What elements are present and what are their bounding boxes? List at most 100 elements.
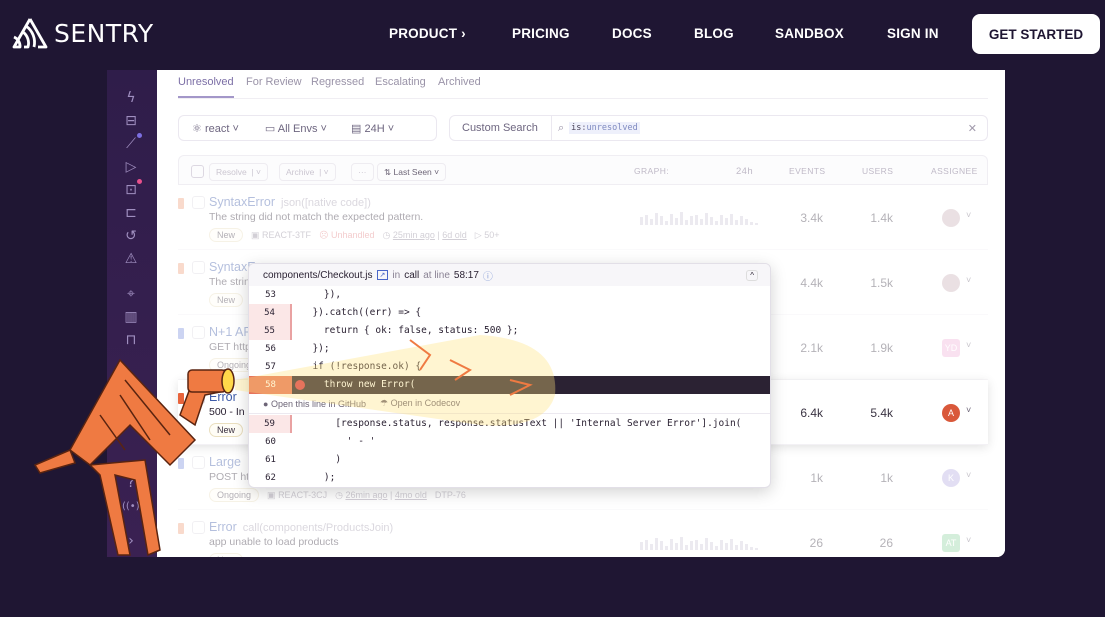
replays-icon[interactable]: ▷ [122,158,140,176]
source-context-popup: components/Checkout.js ↗ in call at line… [248,263,771,488]
archive-button[interactable]: Archive | ˅ [279,163,336,181]
code-actions: ● Open this line in GitHub ☂ Open in Cod… [249,394,770,414]
env-filter[interactable]: ▭ All Envs ˅ [265,122,327,135]
performance-icon[interactable]: ⟋ [122,133,142,153]
chevron-down-icon[interactable]: ˅ [966,210,971,220]
alerts-icon[interactable]: ⚠ [122,250,140,268]
sort-button[interactable]: ⇅ Last Seen ˅ [377,163,447,181]
graph-bar [725,218,728,225]
graph-bar [740,541,743,550]
tab-unresolved[interactable]: Unresolved [178,76,234,88]
issue-row[interactable]: Error call(components/ProductsJoin) app u… [178,510,988,557]
dashboards-icon[interactable]: ▥ [122,308,140,326]
releases-icon[interactable]: ↺ [122,227,140,245]
ticket-id[interactable]: DTP-76 [435,490,466,500]
collapse-button[interactable]: ^ [746,269,758,281]
graph-bar [650,544,653,550]
unhandled-icon: ☹ [319,229,329,240]
get-started-button[interactable]: GET STARTED [972,14,1100,54]
code-line: 61 ) [249,451,770,469]
users-count: 1.5k [870,276,893,290]
assignee-avatar[interactable]: YD [942,339,960,357]
status-badge: New [209,228,244,242]
open-file-icon[interactable]: ↗ [376,270,389,280]
tab-escalating[interactable]: Escalating [375,76,426,88]
custom-search-button[interactable]: Custom Search [462,115,552,141]
chevron-down-icon[interactable]: ˅ [966,340,971,350]
period-filter[interactable]: ▤ 24H ˅ [351,122,394,135]
sentry-logo[interactable]: SENTRY [12,17,154,49]
chevron-down-icon[interactable]: ˅ [966,470,971,480]
projects-icon[interactable]: ⊟ [122,112,140,130]
assignee-avatar[interactable] [942,274,960,292]
graph-bar [715,546,718,550]
events-count: 6.4k [800,406,823,420]
search-bar[interactable]: Custom Search ⌕ is:unresolved ✕ [449,115,988,141]
issue-title-link[interactable]: SyntaxError json([native code]) [209,195,371,209]
graph-bar [720,540,723,550]
clear-icon[interactable]: ✕ [968,122,977,135]
events-header[interactable]: EVENTS [789,166,825,176]
code-line: 54 }).catch((err) => { [249,304,770,322]
line-number: 54 [249,304,292,322]
calendar-icon: ▤ [350,122,362,135]
issues-icon[interactable]: ϟ [122,89,140,107]
level-indicator [178,328,184,339]
nav-product[interactable]: PRODUCT › [389,26,466,41]
graph-bar [690,541,693,550]
line-number: 56 [265,344,276,354]
assignee-avatar[interactable]: AT [942,534,960,552]
chevron-down-icon[interactable]: ˅ [966,275,971,285]
users-count: 26 [879,536,893,550]
issue-checkbox[interactable] [192,261,205,274]
users-count: 1k [880,471,893,485]
tab-for-review[interactable]: For Review [246,76,302,88]
issue-checkbox[interactable] [192,326,205,339]
project-filter[interactable]: ⚛ react ˅ [192,122,239,135]
help-icon[interactable]: ⓘ [483,268,493,283]
period-header[interactable]: 24h [736,166,753,177]
chevron-down-icon[interactable]: ˅ [966,405,971,415]
assignee-avatar[interactable]: K [942,469,960,487]
time-info: ◷ 25min ago | 6d old [382,229,467,240]
events-count: 1k [810,471,823,485]
discover-icon[interactable]: ⌖ [122,285,140,303]
function-name: call [404,269,420,281]
nav-pricing[interactable]: PRICING [512,26,570,41]
issue-row[interactable]: SyntaxError json([native code]) The strin… [178,185,988,250]
archive-icon[interactable]: ⊓ [122,331,140,349]
search-token[interactable]: is:unresolved [569,122,640,134]
chevron-down-icon[interactable]: ˅ [966,535,971,545]
more-button[interactable]: ··· [351,163,374,181]
graph-bar [640,217,643,225]
graph-bar [685,545,688,550]
graph-bar [715,221,718,225]
resolve-button[interactable]: Resolve | ˅ [209,163,268,181]
issue-checkbox[interactable] [192,196,205,209]
assignee-avatar[interactable]: A [942,404,960,422]
graph-bar [735,545,738,550]
code-text: if (!response.ok) { [301,361,422,372]
nav-sandbox[interactable]: SANDBOX [775,26,844,41]
feedback-icon[interactable]: ⊏ [122,204,140,222]
sort-icon: ⇅ [384,166,392,177]
tab-archived[interactable]: Archived [438,76,481,88]
at-line-label: at line [423,269,450,281]
tab-regressed[interactable]: Regressed [311,76,364,88]
users-count: 1.4k [870,211,893,225]
nav-blog[interactable]: BLOG [694,26,734,41]
nav-docs[interactable]: DOCS [612,26,652,41]
select-all-checkbox[interactable] [191,165,204,178]
replays-count[interactable]: ▷ 50+ [475,230,500,241]
brand-name: SENTRY [54,18,154,48]
graph-bar [680,537,683,550]
line-number: 55 [249,322,292,340]
open-in-github-link[interactable]: ● Open this line in GitHub [263,399,366,409]
github-icon: ● [263,398,269,409]
ai-icon[interactable]: ⊡ [122,179,142,199]
open-in-codecov-link[interactable]: ☂ Open in Codecov [380,398,460,409]
mascot-illustration [33,358,235,557]
level-indicator [178,263,184,274]
assignee-avatar[interactable] [942,209,960,227]
nav-sign-in[interactable]: SIGN IN [887,26,939,41]
